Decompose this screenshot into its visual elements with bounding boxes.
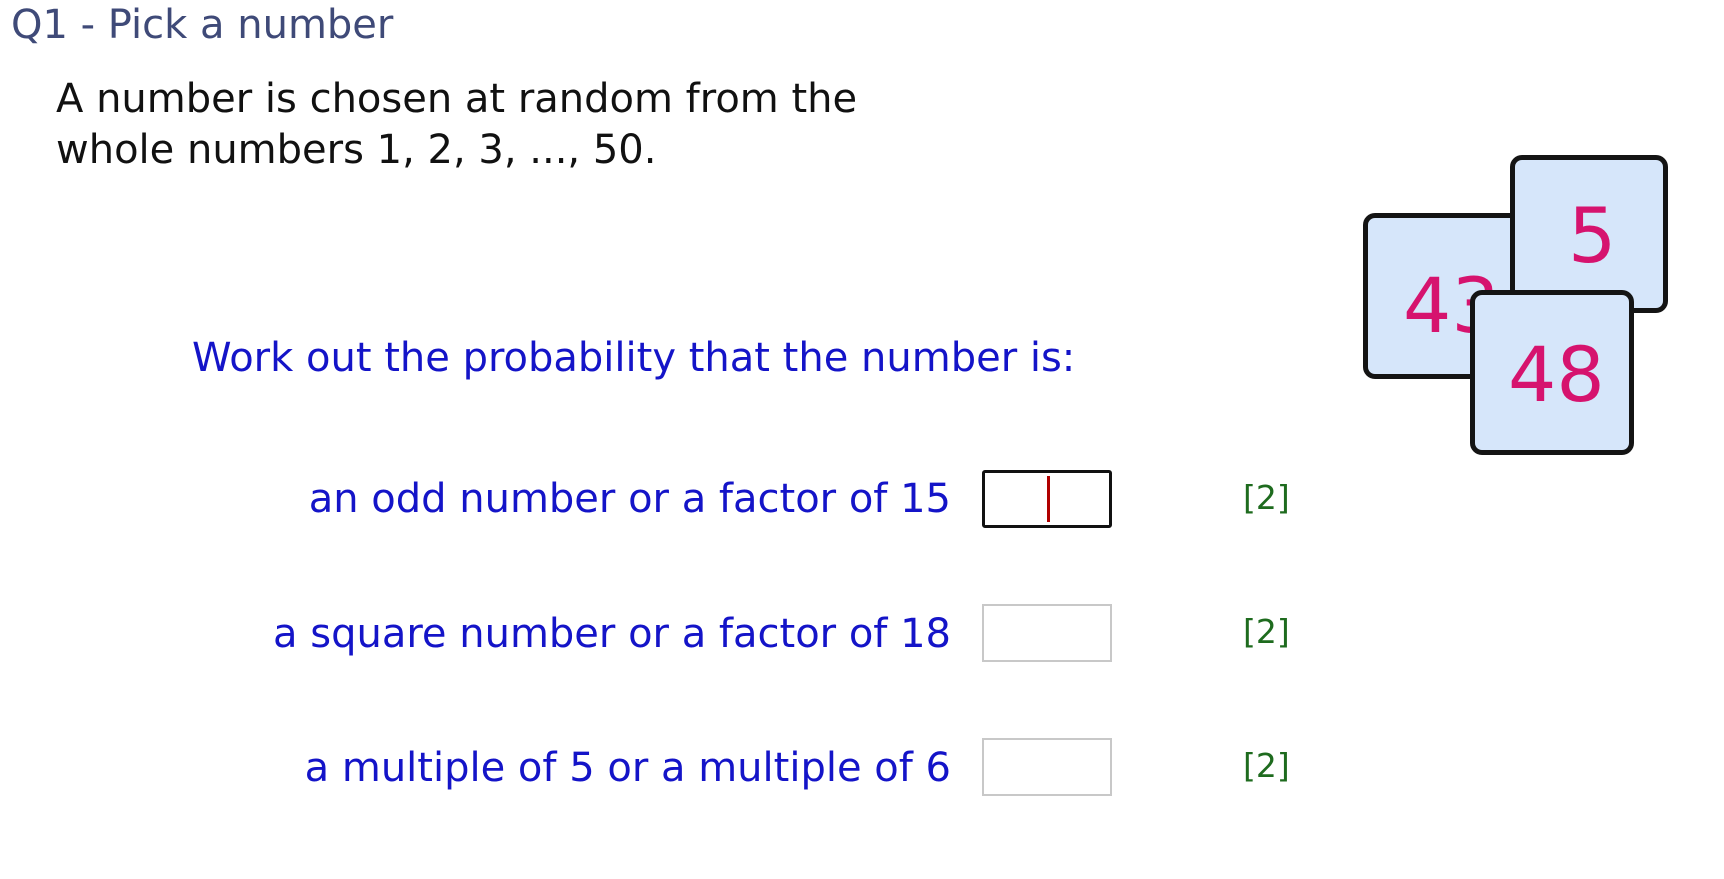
number-card-front: 48 [1470,290,1634,455]
part-1-marks: [2] [1243,478,1290,517]
part-2-label: a square number or a factor of 18 [273,611,951,657]
part-3-label: a multiple of 5 or a multiple of 6 [304,745,951,791]
number-card-right-value: 5 [1568,191,1617,280]
part-3-answer-input[interactable] [982,738,1112,796]
question-title: Q1 - Pick a number [11,2,394,48]
number-card-front-value: 48 [1508,330,1605,419]
part-3-marks: [2] [1243,746,1290,785]
question-prompt: Work out the probability that the number… [192,335,1076,381]
part-2-answer-input[interactable] [982,604,1112,662]
intro-line-1: A number is chosen at random from the [56,76,858,122]
part-2-marks: [2] [1243,612,1290,651]
question-intro: A number is chosen at random from the wh… [56,74,857,176]
part-1-label: an odd number or a factor of 15 [308,476,951,522]
intro-line-2: whole numbers 1, 2, 3, ..., 50. [56,127,657,173]
text-cursor [1047,476,1050,522]
